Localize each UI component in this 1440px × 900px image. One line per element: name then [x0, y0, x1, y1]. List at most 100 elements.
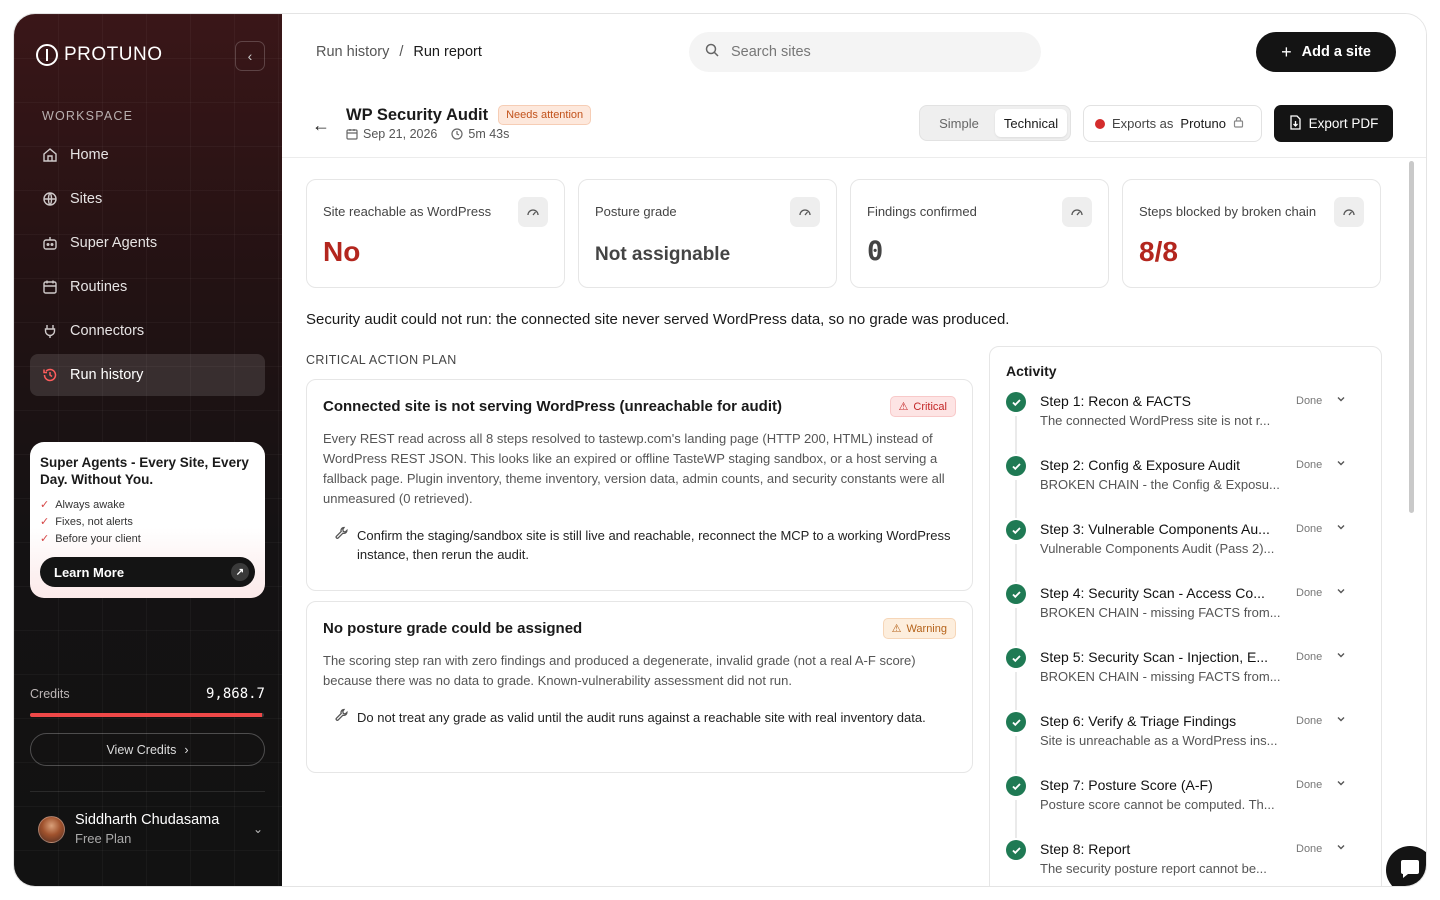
exports-as-selector[interactable]: Exports as Protuno	[1083, 105, 1262, 142]
collapse-sidebar-button[interactable]: ‹	[235, 41, 265, 71]
add-site-button[interactable]: + Add a site	[1256, 32, 1396, 72]
chevron-down-icon[interactable]	[1336, 842, 1346, 855]
chevron-right-icon: ›	[184, 742, 189, 757]
stat-value: No	[323, 236, 361, 267]
chevron-down-icon[interactable]	[1336, 522, 1346, 535]
chevron-down-icon[interactable]	[1336, 778, 1346, 791]
chevron-down-icon[interactable]	[1336, 394, 1346, 407]
step-connector	[1015, 480, 1017, 518]
back-arrow-icon[interactable]: ←	[312, 115, 330, 136]
chevron-down-icon[interactable]	[1336, 714, 1346, 727]
brand-logo[interactable]: PROTUNO	[36, 44, 163, 66]
step-title: Step 4: Security Scan - Access Co...	[1040, 585, 1265, 601]
learn-more-button[interactable]: Learn More ↗	[40, 557, 255, 587]
activity-step[interactable]: Step 6: Verify & Triage Findings Site is …	[1006, 712, 1365, 776]
lock-icon	[1233, 116, 1244, 131]
severity-label: Warning	[906, 622, 947, 635]
warning-triangle-icon: ⚠	[891, 623, 902, 635]
history-icon	[42, 367, 58, 383]
file-download-icon	[1289, 114, 1302, 133]
robot-icon	[42, 235, 58, 251]
check-circle-icon	[1006, 456, 1026, 476]
stat-label: Steps blocked by broken chain	[1139, 204, 1317, 219]
step-description: Vulnerable Components Audit (Pass 2)...	[1040, 541, 1275, 556]
activity-step[interactable]: Step 8: Report The security posture repor…	[1006, 840, 1365, 886]
sidebar-item-run-history[interactable]: Run history	[30, 354, 265, 396]
clock-icon	[451, 128, 463, 140]
toggle-technical[interactable]: Technical	[995, 109, 1067, 137]
view-credits-label: View Credits	[106, 742, 177, 757]
report-duration: 5m 43s	[451, 127, 509, 141]
step-status: Done	[1296, 587, 1323, 599]
action-recommendation: Do not treat any grade as valid until th…	[335, 708, 956, 727]
activity-step[interactable]: Step 2: Config & Exposure Audit BROKEN CH…	[1006, 456, 1365, 520]
check-circle-icon	[1006, 392, 1026, 412]
page-title: WP Security Audit	[346, 105, 489, 124]
step-title: Step 8: Report	[1040, 841, 1131, 857]
scrollbar[interactable]	[1409, 161, 1414, 513]
activity-step[interactable]: Step 1: Recon & FACTS The connected WordP…	[1006, 392, 1365, 456]
activity-step[interactable]: Step 4: Security Scan - Access Co... BROK…	[1006, 584, 1365, 648]
credits-label: Credits	[30, 687, 70, 701]
sidebar-item-routines[interactable]: Routines	[30, 266, 265, 308]
activity-step[interactable]: Step 5: Security Scan - Injection, E... B…	[1006, 648, 1365, 712]
chevron-down-icon[interactable]	[1336, 650, 1346, 663]
step-connector	[1015, 416, 1017, 454]
user-plan: Free Plan	[75, 831, 132, 846]
breadcrumb-run-history[interactable]: Run history	[316, 44, 389, 60]
step-status: Done	[1296, 395, 1323, 407]
chat-launcher-button[interactable]	[1386, 846, 1426, 886]
activity-step[interactable]: Step 7: Posture Score (A-F) Posture score…	[1006, 776, 1365, 840]
search-input[interactable]	[731, 44, 1011, 60]
promo-point-text: Fixes, not alerts	[55, 516, 133, 528]
calendar-icon	[346, 129, 358, 140]
report-header: ← WP Security Audit Needs attention Sep …	[282, 90, 1426, 158]
activity-step[interactable]: Step 3: Vulnerable Components Au... Vulne…	[1006, 520, 1365, 584]
stat-card-steps-blocked: Steps blocked by broken chain 8/8	[1122, 179, 1381, 288]
warning-triangle-icon: ⚠	[898, 401, 909, 413]
toggle-simple[interactable]: Simple	[923, 109, 995, 137]
sidebar-item-home[interactable]: Home	[30, 134, 265, 176]
activity-panel: Activity Step 1: Recon & FACTS The connec…	[989, 346, 1382, 886]
sidebar-nav: Home Sites Super Agents Routines Connect…	[30, 134, 265, 398]
sidebar-item-label: Run history	[70, 367, 144, 383]
user-menu[interactable]: Siddharth Chudasama Free Plan ⌄	[38, 812, 263, 846]
wrench-icon	[335, 708, 349, 727]
sidebar-item-sites[interactable]: Sites	[30, 178, 265, 220]
step-status: Done	[1296, 523, 1323, 535]
chevron-down-icon[interactable]	[1336, 458, 1346, 471]
chevron-down-icon[interactable]	[1336, 586, 1346, 599]
step-status: Done	[1296, 843, 1323, 855]
action-card-body: The scoring step ran with zero findings …	[323, 653, 916, 688]
export-pdf-button[interactable]: Export PDF	[1274, 105, 1393, 142]
stat-cards: Site reachable as WordPress No Posture g…	[306, 179, 1381, 288]
exports-brand: Protuno	[1180, 116, 1226, 131]
activity-steps: Step 1: Recon & FACTS The connected WordP…	[1006, 392, 1365, 886]
check-icon: ✓	[40, 516, 50, 528]
sidebar-item-connectors[interactable]: Connectors	[30, 310, 265, 352]
report-date-text: Sep 21, 2026	[363, 127, 438, 141]
breadcrumb-separator: /	[399, 44, 404, 60]
view-credits-button[interactable]: View Credits ›	[30, 733, 265, 766]
promo-point: ✓ Before your client	[40, 531, 255, 548]
check-circle-icon	[1006, 520, 1026, 540]
add-site-label: Add a site	[1301, 44, 1371, 60]
step-connector	[1015, 800, 1017, 838]
wrench-icon	[335, 526, 349, 564]
step-title: Step 2: Config & Exposure Audit	[1040, 457, 1241, 473]
step-description: Site is unreachable as a WordPress ins..…	[1040, 733, 1278, 748]
report-date: Sep 21, 2026	[346, 127, 437, 141]
credits-row: Credits 9,868.7	[30, 686, 265, 702]
promo-point-text: Always awake	[55, 499, 125, 511]
arrow-up-right-icon: ↗	[231, 563, 249, 581]
check-icon: ✓	[40, 499, 50, 511]
avatar	[38, 815, 65, 843]
search-bar[interactable]	[689, 32, 1041, 72]
sidebar-item-super-agents[interactable]: Super Agents	[30, 222, 265, 264]
globe-icon	[42, 191, 58, 207]
sidebar-item-label: Sites	[70, 191, 103, 207]
severity-badge-warning: ⚠ Warning	[882, 618, 956, 639]
promo-title: Super Agents - Every Site, Every Day. Wi…	[40, 455, 249, 487]
credits-progress-fill	[30, 713, 262, 717]
step-description: BROKEN CHAIN - the Config & Exposu...	[1040, 477, 1280, 492]
